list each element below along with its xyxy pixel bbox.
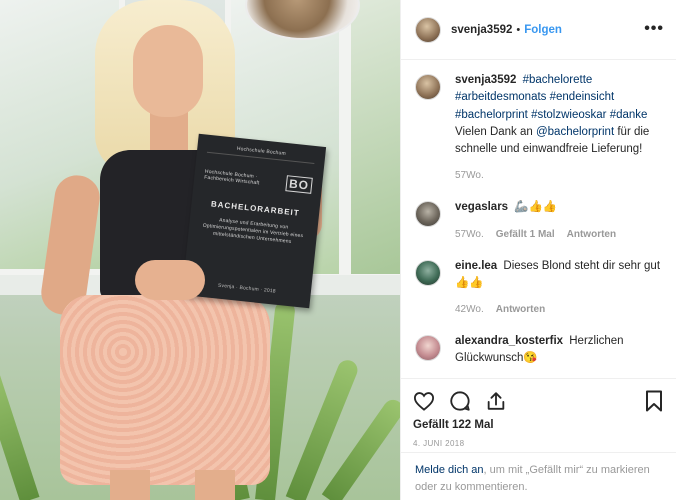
comment-body: eine.lea Dieses Blond steht dir sehr gut…	[455, 258, 662, 334]
mention-link[interactable]: @bachelorprint	[536, 126, 614, 138]
avatar[interactable]	[415, 74, 441, 100]
post-side-panel: svenja3592 • Folgen ••• svenja3592 #bach…	[400, 0, 676, 500]
share-icon[interactable]	[485, 390, 507, 412]
caption: svenja3592 #bachelorette #arbeitdesmonat…	[415, 72, 662, 199]
leg	[110, 470, 150, 500]
comment-body: vegaslars 🦾👍👍 57Wo. Gefällt 1 Mal Antwor…	[455, 199, 662, 257]
post-date: 4. JUNI 2018	[413, 439, 465, 448]
comment-username[interactable]: vegaslars	[455, 201, 508, 213]
caption-meta: 57Wo.	[455, 168, 662, 183]
action-icons	[413, 387, 665, 415]
post-header: svenja3592 • Folgen •••	[401, 0, 676, 60]
post-photo[interactable]: Hochschule Bochum Hochschule Bochum · Fa…	[0, 0, 400, 500]
hashtag[interactable]: #arbeitdesmonats #endeinsicht	[455, 91, 614, 103]
book-logo-row: Hochschule Bochum · Fachbereich Wirtscha…	[204, 167, 313, 194]
comment-meta: 57Wo. Gefällt 1 Mal Antworten	[455, 227, 662, 242]
book-logo: BO	[285, 175, 313, 194]
comment-username[interactable]: alexandra_kosterfix	[455, 335, 563, 347]
book-header: Hochschule Bochum	[206, 142, 316, 164]
hashtag[interactable]: #bachelorette	[523, 74, 593, 86]
timestamp[interactable]: 42Wo.	[455, 302, 484, 317]
book-side-text: Hochschule Bochum · Fachbereich Wirtscha…	[203, 168, 260, 187]
bookmark-icon[interactable]	[645, 390, 663, 412]
comment-icon[interactable]	[449, 390, 471, 412]
avatar[interactable]	[415, 16, 441, 43]
avatar[interactable]	[415, 259, 441, 286]
caption-body: svenja3592 #bachelorette #arbeitdesmonat…	[455, 72, 662, 199]
reply-button[interactable]: Antworten	[567, 227, 616, 242]
comment-meta: 42Wo. Antworten	[455, 302, 662, 317]
caption-text: Vielen Dank an	[455, 125, 536, 138]
comments-list[interactable]: svenja3592 #bachelorette #arbeitdesmonat…	[401, 60, 676, 378]
separator-dot: •	[516, 23, 521, 36]
reply-button[interactable]: Antworten	[496, 302, 545, 317]
book-title: BACHELORARBEIT	[210, 199, 301, 218]
instagram-post: Hochschule Bochum Hochschule Bochum · Fa…	[0, 0, 676, 500]
hand	[135, 260, 205, 300]
comment-likes[interactable]: Gefällt 1 Mal	[496, 227, 555, 242]
plant-leaf	[0, 363, 40, 500]
comment-body: alexandra_kosterfix Herzlichen Glückwuns…	[455, 333, 662, 368]
heart-icon[interactable]	[413, 391, 435, 411]
follow-button[interactable]: Folgen	[524, 24, 562, 36]
action-bar: Gefällt 122 Mal 4. JUNI 2018	[401, 378, 676, 448]
leg	[195, 470, 235, 500]
comment: vegaslars 🦾👍👍 57Wo. Gefällt 1 Mal Antwor…	[415, 199, 662, 257]
skirt	[60, 295, 270, 485]
comment: eine.lea Dieses Blond steht dir sehr gut…	[415, 258, 662, 334]
avatar[interactable]	[415, 201, 441, 228]
comment-username[interactable]: eine.lea	[455, 260, 497, 272]
comment-text: 🦾👍👍	[514, 201, 558, 214]
caption-username[interactable]: svenja3592	[455, 74, 516, 86]
avatar[interactable]	[415, 335, 441, 361]
window	[345, 0, 400, 280]
login-link[interactable]: Melde dich an	[415, 464, 484, 476]
timestamp[interactable]: 57Wo.	[455, 227, 484, 242]
book-subtitle: Analyse und Erarbeitung von Optimierungs…	[202, 217, 304, 246]
timestamp[interactable]: 57Wo.	[455, 168, 484, 183]
comment: alexandra_kosterfix Herzlichen Glückwuns…	[415, 333, 662, 368]
login-prompt: Melde dich an, um mit „Gefällt mir“ zu m…	[401, 452, 676, 495]
like-count[interactable]: Gefällt 122 Mal	[413, 419, 665, 431]
author-username[interactable]: svenja3592	[451, 24, 512, 36]
face	[133, 25, 203, 117]
more-options-icon[interactable]: •••	[644, 20, 664, 38]
hashtag[interactable]: #bachelorprint #stolzwieoskar #danke	[455, 109, 647, 121]
